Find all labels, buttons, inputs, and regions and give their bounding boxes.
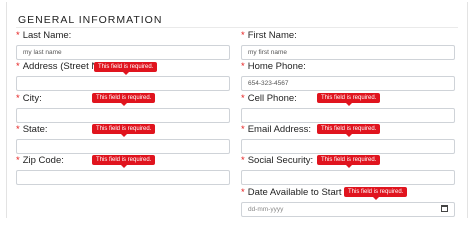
social-security-input[interactable] [241, 170, 455, 185]
email-input[interactable] [241, 139, 455, 154]
date-available-input[interactable]: dd-mm-yyyy [241, 202, 455, 217]
address-error-badge: This field is required. [94, 62, 158, 75]
first-name-input[interactable]: my first name [241, 45, 455, 60]
calendar-icon[interactable] [441, 205, 448, 212]
home-phone-label: * Home Phone: [241, 61, 306, 72]
social-security-error-badge: This field is required. [317, 155, 381, 168]
city-input[interactable] [16, 108, 230, 123]
zip-code-input[interactable] [16, 170, 230, 185]
last-name-input[interactable]: my last name [16, 45, 230, 60]
cell-phone-input[interactable] [241, 108, 455, 123]
section-title: GENERAL INFORMATION [18, 14, 163, 26]
last-name-field: * Last Name: my last name [16, 30, 230, 60]
address-label: *Address (Street Name [16, 61, 94, 72]
address-input[interactable] [16, 76, 230, 91]
last-name-label: * Last Name: [16, 30, 72, 41]
home-phone-field: * Home Phone: 654-323-4567 [241, 61, 455, 91]
first-name-label: * First Name: [241, 30, 297, 41]
date-available-label: * Date Available to Start [241, 187, 342, 198]
first-name-field: * First Name: my first name [241, 30, 455, 60]
zip-code-error-badge: This field is required. [92, 155, 156, 168]
date-available-error-badge: This field is required. [344, 187, 408, 200]
city-error-badge: This field is required. [92, 93, 156, 106]
home-phone-input[interactable]: 654-323-4567 [241, 76, 455, 91]
section-divider [16, 27, 458, 28]
state-input[interactable] [16, 139, 230, 154]
cell-phone-error-badge: This field is required. [317, 93, 381, 106]
state-error-badge: This field is required. [92, 124, 156, 137]
email-error-badge: This field is required. [317, 124, 381, 137]
